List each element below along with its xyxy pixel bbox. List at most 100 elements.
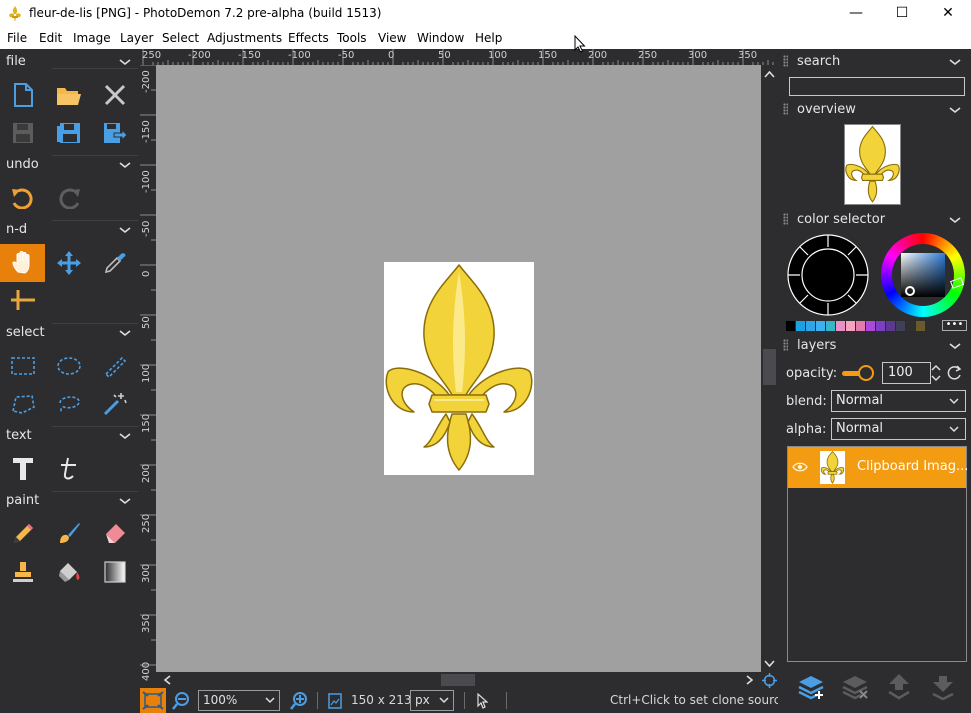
- save-as-button[interactable]: [47, 115, 91, 151]
- measure-tool-button[interactable]: [1, 282, 45, 318]
- text-tool-button[interactable]: [1, 451, 45, 487]
- layers-list[interactable]: Clipboard Imag...: [787, 446, 968, 662]
- paint-bucket-icon: [59, 563, 80, 582]
- hue-wheel[interactable]: [881, 233, 965, 317]
- image-fleur-de-lis[interactable]: [384, 262, 534, 475]
- zoom-in-button[interactable]: [289, 691, 309, 711]
- collapse-paint-icon[interactable]: [118, 496, 132, 506]
- collapse-nd-icon[interactable]: [118, 225, 132, 235]
- vertical-scrollbar[interactable]: [761, 65, 778, 672]
- palette-swatch[interactable]: [796, 321, 806, 331]
- unit-select[interactable]: px: [410, 690, 454, 711]
- collapse-text-icon[interactable]: [118, 431, 132, 441]
- magic-wand-tool-button[interactable]: [93, 386, 137, 422]
- close-image-button[interactable]: [93, 77, 137, 113]
- fit-to-window-button[interactable]: [140, 688, 166, 713]
- zoom-out-button[interactable]: [171, 691, 191, 711]
- collapse-search-icon[interactable]: [948, 57, 962, 67]
- color-history-wheel[interactable]: [786, 233, 870, 317]
- clone-stamp-tool-button[interactable]: [1, 554, 45, 590]
- add-layer-button[interactable]: [793, 671, 829, 701]
- move-layer-up-button[interactable]: [881, 671, 917, 701]
- color-picker-tool-button[interactable]: [93, 245, 137, 281]
- menu-file[interactable]: File: [7, 31, 27, 45]
- alpha-mode-select[interactable]: Normal: [831, 418, 966, 440]
- canvas[interactable]: [156, 65, 761, 672]
- move-tool-button[interactable]: [47, 245, 91, 281]
- zoom-select[interactable]: 100%: [198, 690, 280, 711]
- drag-grip[interactable]: [783, 103, 788, 115]
- collapse-undo-icon[interactable]: [118, 160, 132, 170]
- lasso-select-tool-button[interactable]: [47, 386, 91, 422]
- status-hint: Ctrl+Click to set clone source: [610, 693, 788, 707]
- new-file-button[interactable]: [1, 77, 45, 113]
- move-layer-down-button[interactable]: [925, 671, 961, 701]
- save-button[interactable]: [1, 115, 45, 151]
- open-file-button[interactable]: [47, 77, 91, 113]
- close-button[interactable]: ✕: [925, 0, 971, 29]
- overview-thumbnail[interactable]: [844, 124, 901, 205]
- drag-grip[interactable]: [783, 213, 788, 225]
- fill-tool-button[interactable]: [47, 554, 91, 590]
- brush-tool-button[interactable]: [47, 516, 91, 552]
- palette-more-button[interactable]: •••: [942, 320, 967, 331]
- collapse-overview-icon[interactable]: [948, 105, 962, 115]
- menu-tools[interactable]: Tools: [337, 31, 367, 45]
- undo-button[interactable]: [1, 180, 45, 216]
- palette-swatch[interactable]: [836, 321, 846, 331]
- palette-swatch[interactable]: [876, 321, 886, 331]
- collapse-layers-icon[interactable]: [948, 341, 962, 351]
- opacity-slider[interactable]: [842, 365, 876, 381]
- color-picker-handle[interactable]: [905, 286, 915, 296]
- collapse-file-icon[interactable]: [118, 57, 132, 67]
- palette-swatch[interactable]: [886, 321, 896, 331]
- eraser-tool-button[interactable]: [93, 516, 137, 552]
- rect-select-tool-button[interactable]: [1, 348, 45, 384]
- palette-swatch[interactable]: [826, 321, 836, 331]
- menu-effects[interactable]: Effects: [288, 31, 329, 45]
- palette-swatch[interactable]: [806, 321, 816, 331]
- menu-help[interactable]: Help: [475, 31, 502, 45]
- pencil-tool-button[interactable]: [1, 516, 45, 552]
- opacity-input[interactable]: 100: [882, 362, 931, 384]
- palette-swatch[interactable]: [856, 321, 866, 331]
- opacity-spinner-icon[interactable]: [930, 363, 942, 383]
- visibility-eye-icon[interactable]: [792, 461, 808, 473]
- blend-mode-select[interactable]: Normal: [831, 390, 966, 412]
- line-select-tool-button[interactable]: [93, 348, 137, 384]
- palette-swatch[interactable]: [786, 321, 796, 331]
- palette-swatch[interactable]: [906, 321, 916, 331]
- export-button[interactable]: [93, 115, 137, 151]
- delete-layer-button[interactable]: [837, 671, 873, 701]
- menu-edit[interactable]: Edit: [39, 31, 62, 45]
- ellipse-select-tool-button[interactable]: [47, 348, 91, 384]
- palette-swatch[interactable]: [866, 321, 876, 331]
- hand-tool-button[interactable]: [0, 244, 45, 282]
- menu-layer[interactable]: Layer: [120, 31, 153, 45]
- collapse-select-icon[interactable]: [118, 328, 132, 338]
- palette-swatch[interactable]: [846, 321, 856, 331]
- menu-view[interactable]: View: [378, 31, 406, 45]
- maximize-button[interactable]: ☐: [879, 0, 925, 29]
- drag-grip[interactable]: [783, 339, 788, 351]
- drag-grip[interactable]: [783, 55, 788, 67]
- layer-item[interactable]: Clipboard Imag...: [788, 447, 968, 488]
- gradient-tool-button[interactable]: [93, 554, 137, 590]
- minimize-button[interactable]: —: [833, 0, 879, 29]
- menu-window[interactable]: Window: [417, 31, 464, 45]
- polygon-select-tool-button[interactable]: [1, 386, 45, 422]
- palette-swatch[interactable]: [916, 321, 926, 331]
- reset-icon[interactable]: [947, 365, 963, 381]
- palette-swatch[interactable]: [816, 321, 826, 331]
- palette-swatch[interactable]: [896, 321, 906, 331]
- search-input[interactable]: [789, 77, 965, 96]
- horizontal-scrollbar[interactable]: [156, 672, 761, 688]
- typography-tool-button[interactable]: [47, 451, 91, 487]
- menu-select[interactable]: Select: [162, 31, 199, 45]
- opacity-slider-knob[interactable]: [858, 365, 874, 381]
- center-view-button[interactable]: [761, 672, 778, 689]
- menu-adjustments[interactable]: Adjustments: [207, 31, 282, 45]
- redo-button[interactable]: [47, 180, 91, 216]
- collapse-color-selector-icon[interactable]: [948, 215, 962, 225]
- menu-image[interactable]: Image: [73, 31, 111, 45]
